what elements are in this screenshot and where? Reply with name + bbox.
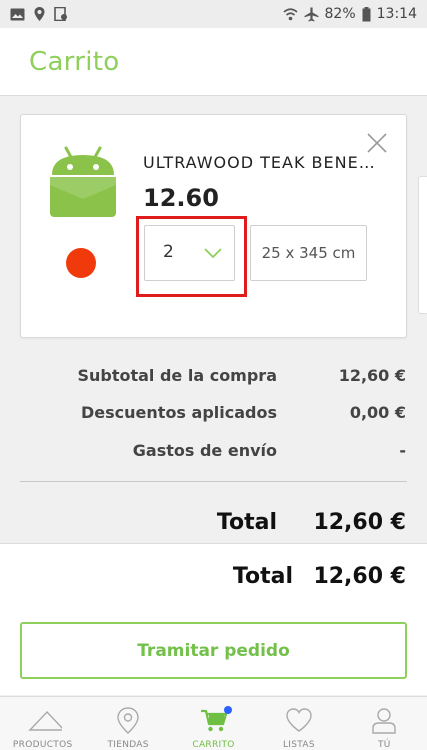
subtotal-value: 12,60 €: [338, 366, 406, 385]
remove-item-button[interactable]: [365, 131, 389, 155]
summary-total-label: Total: [216, 510, 277, 535]
summary-divider: [20, 481, 407, 482]
battery-icon: [362, 6, 371, 21]
shipping-label: Gastos de envío: [132, 441, 277, 460]
nav-item-carrito[interactable]: CARRITO: [171, 697, 256, 750]
nav-label-tiendas: TIENDAS: [107, 740, 149, 750]
bottom-navigation: PRODUCTOS TIENDAS CARRITO LISTAS TÚ: [0, 696, 427, 750]
page-title: Carrito: [29, 47, 120, 77]
discount-value: 0,00 €: [349, 403, 406, 422]
document-notification-icon: [54, 7, 67, 21]
nav-label-carrito: CARRITO: [192, 740, 235, 750]
nav-item-listas[interactable]: LISTAS: [256, 697, 341, 750]
cart-badge: [223, 706, 232, 714]
discount-label: Descuentos aplicados: [81, 403, 277, 422]
user-icon: [372, 708, 397, 734]
footer-total-value: 12,60 €: [313, 564, 406, 589]
battery-percent: 82%: [324, 6, 356, 22]
color-swatch[interactable]: [66, 248, 96, 278]
product-image-placeholder-icon: [50, 146, 116, 217]
product-price: 12.60: [143, 184, 219, 212]
wifi-icon: [282, 7, 298, 20]
triangle-icon: [28, 710, 62, 731]
clock: 13:14: [376, 6, 417, 22]
nav-label-productos: PRODUCTOS: [12, 740, 73, 750]
location-pin-icon: [117, 707, 139, 734]
gallery-notification-icon: [10, 8, 25, 20]
footer-total-label: Total: [232, 564, 293, 589]
summary-total-value: 12,60 €: [313, 510, 406, 535]
location-notification-icon: [34, 7, 45, 21]
heart-icon: [286, 708, 312, 732]
status-bar: 82% 13:14: [0, 0, 427, 28]
status-right-icons: 82% 13:14: [282, 6, 417, 22]
nav-item-tiendas[interactable]: TIENDAS: [85, 697, 170, 750]
airplane-mode-icon: [304, 7, 319, 21]
quantity-highlight: [136, 216, 247, 297]
next-card-edge: [418, 176, 427, 314]
checkout-button[interactable]: Tramitar pedido: [20, 622, 407, 679]
product-name[interactable]: ULTRAWOOD TEAK BENEV...: [143, 153, 383, 172]
close-icon: [367, 133, 387, 153]
size-select[interactable]: 25 x 345 cm: [250, 225, 367, 281]
nav-item-productos[interactable]: PRODUCTOS: [0, 697, 85, 750]
status-left-icons: [10, 7, 68, 21]
nav-item-tu[interactable]: TÚ: [342, 697, 427, 750]
app-header: Carrito: [0, 28, 427, 96]
nav-label-listas: LISTAS: [282, 740, 315, 750]
subtotal-label: Subtotal de la compra: [77, 366, 277, 385]
nav-label-tu: TÚ: [377, 740, 391, 750]
shipping-value: -: [399, 441, 406, 460]
